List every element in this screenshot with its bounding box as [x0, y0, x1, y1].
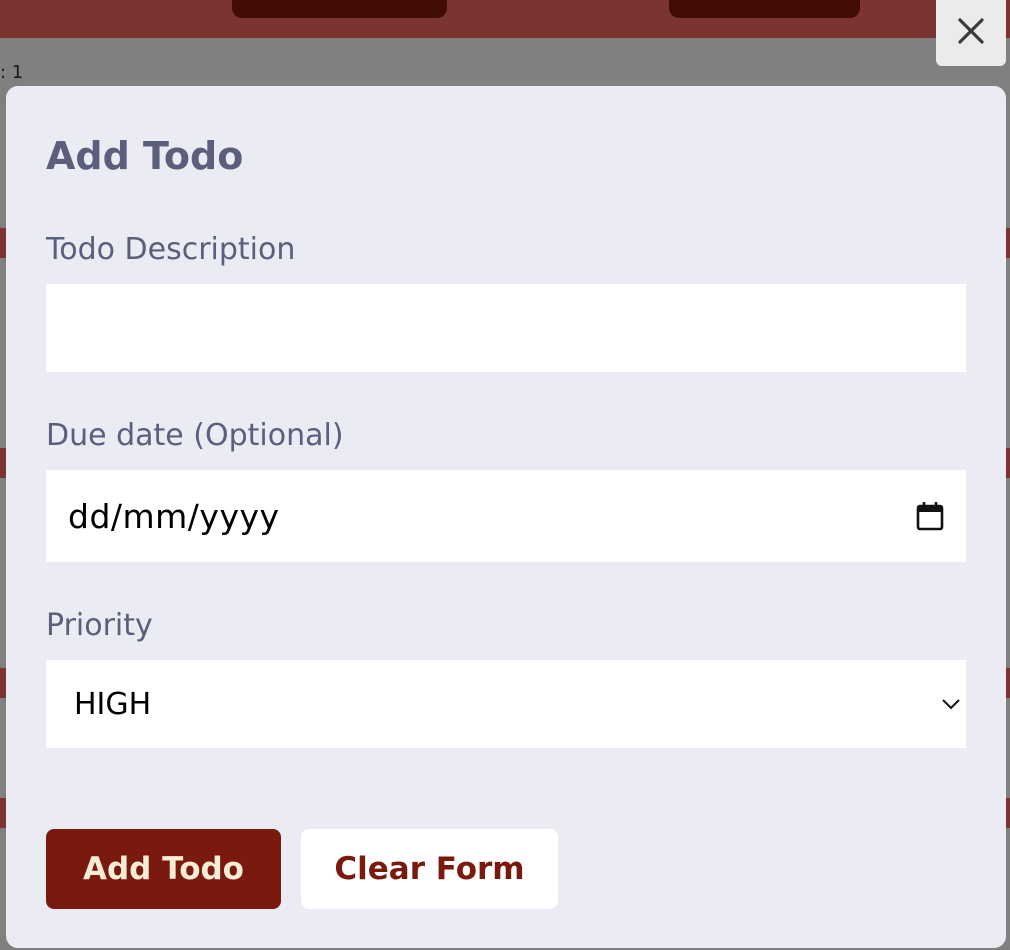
background-header	[0, 0, 1010, 38]
due-date-label: Due date (Optional)	[46, 418, 344, 453]
priority-selected-value: HIGH	[74, 686, 152, 722]
due-date-input[interactable]: dd/mm/yyyy	[46, 470, 966, 562]
calendar-icon[interactable]	[916, 501, 944, 531]
background-nav-button	[232, 0, 447, 18]
close-icon	[956, 16, 986, 50]
clear-form-button[interactable]: Clear Form	[301, 829, 558, 909]
todo-description-label: Todo Description	[46, 232, 296, 267]
modal-title: Add Todo	[46, 134, 244, 178]
todo-description-input[interactable]	[46, 284, 966, 372]
background-nav-button	[669, 0, 860, 18]
close-button[interactable]	[936, 0, 1006, 66]
add-todo-modal: Add Todo Todo Description Due date (Opti…	[6, 86, 1006, 948]
priority-select[interactable]: HIGH	[46, 660, 966, 748]
background-text: : 1	[0, 62, 24, 83]
due-date-placeholder: dd/mm/yyyy	[68, 496, 280, 536]
chevron-down-icon	[940, 697, 962, 711]
priority-label: Priority	[46, 608, 153, 643]
add-todo-button[interactable]: Add Todo	[46, 829, 281, 909]
